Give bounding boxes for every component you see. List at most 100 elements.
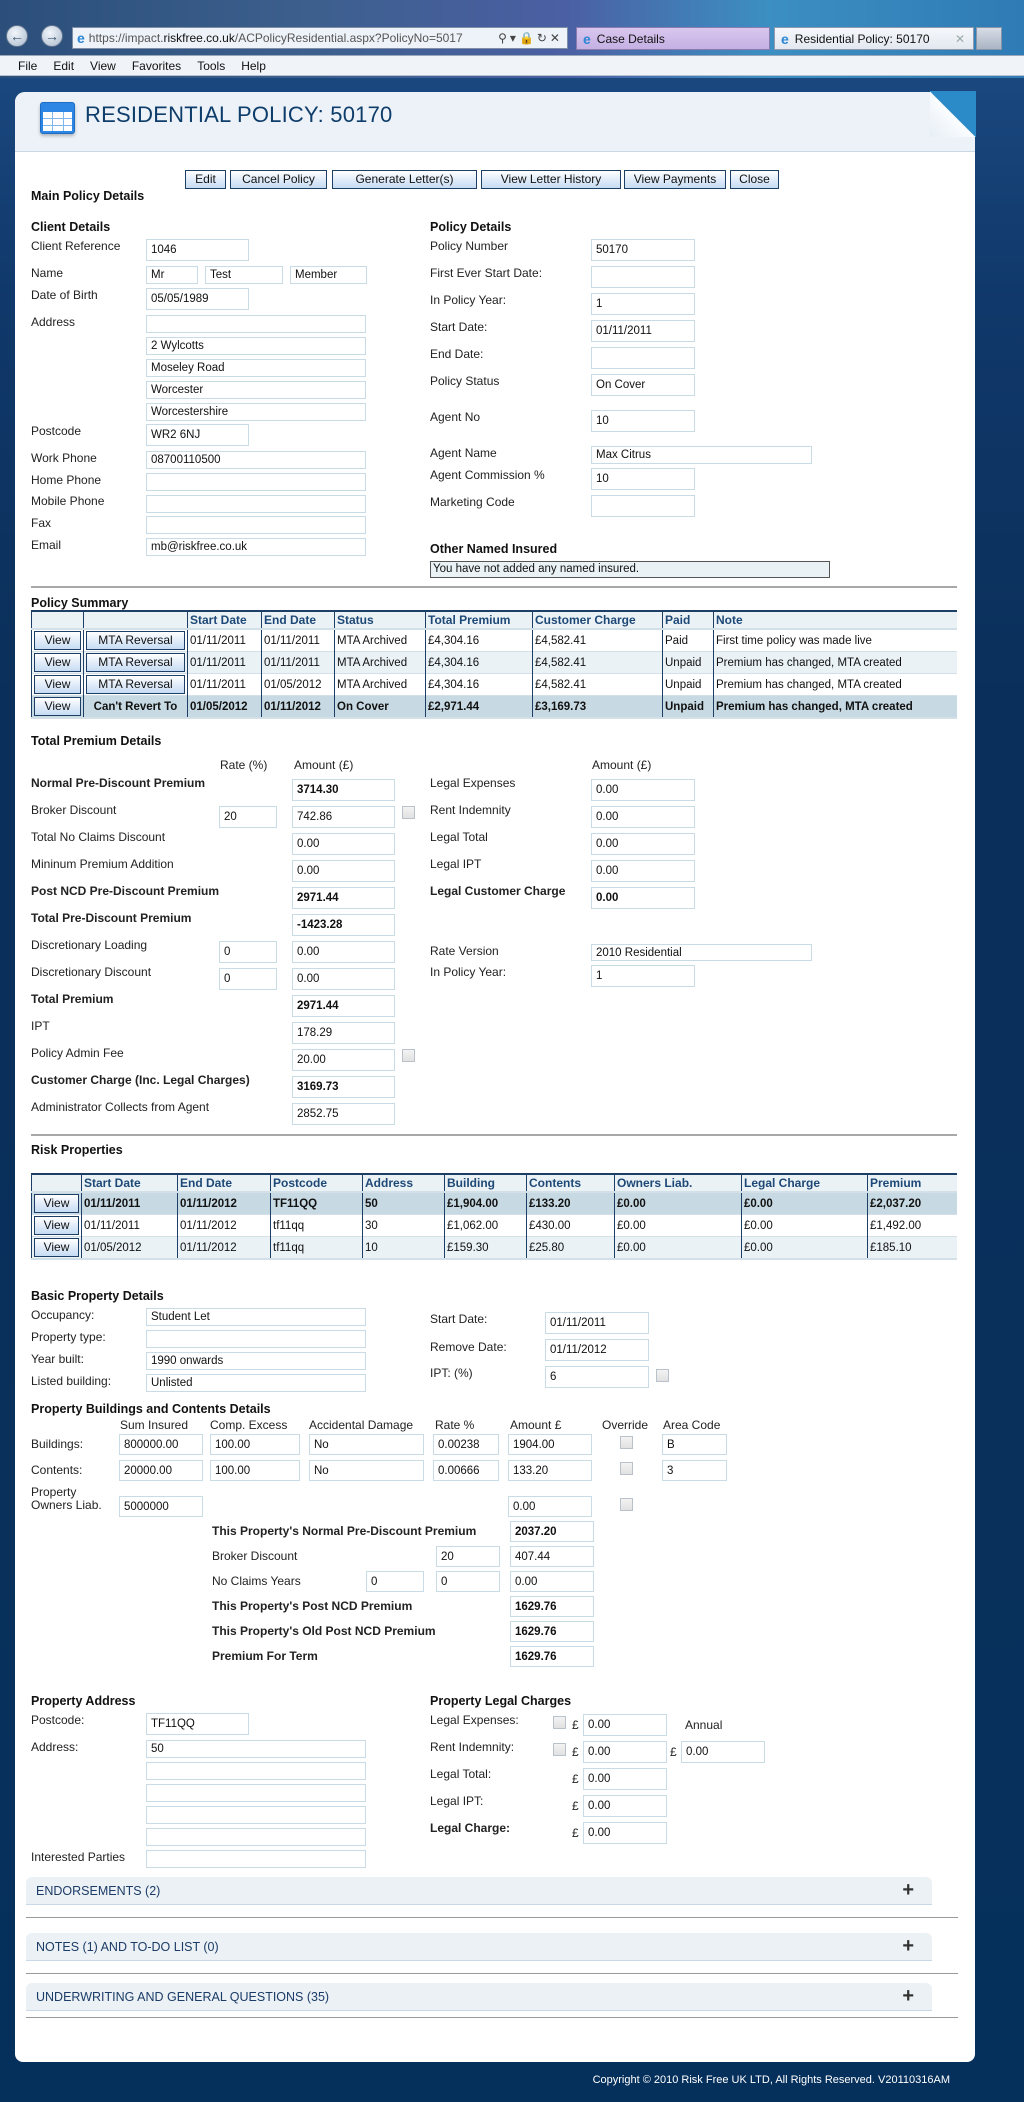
legal-total-field[interactable]: 0.00 (583, 1768, 667, 1790)
admin-fee-checkbox[interactable] (402, 1049, 415, 1062)
endorsements-accordion[interactable]: ENDORSEMENTS (2) + (26, 1877, 932, 1905)
first-name-field[interactable]: Test (205, 266, 283, 284)
address-line-3-field[interactable]: Moseley Road (146, 359, 366, 377)
premium-amount-field[interactable]: 20.00 (292, 1049, 395, 1071)
interested-parties-field[interactable] (146, 1850, 366, 1868)
premium-for-term-field[interactable]: 1629.76 (510, 1646, 594, 1667)
address-bar[interactable]: e https://impact.riskfree.co.uk/ACPolicy… (72, 27, 568, 49)
owners-sum-field[interactable]: 5000000 (119, 1496, 203, 1517)
menu-file[interactable]: File (18, 59, 37, 73)
edit-button[interactable]: Edit (185, 170, 226, 189)
premium-rate-field[interactable]: 20 (219, 806, 277, 828)
policy-status-field[interactable]: On Cover (591, 374, 695, 396)
legal-amount-field[interactable]: 0.00 (591, 860, 695, 882)
expand-plus-icon[interactable]: + (902, 1985, 914, 2008)
policy-number-field[interactable]: 50170 (591, 239, 695, 261)
view-button[interactable]: View (34, 631, 81, 650)
expand-plus-icon[interactable]: + (902, 1879, 914, 1902)
menu-favorites[interactable]: Favorites (132, 59, 181, 73)
buildings-accidental-field[interactable]: No (309, 1434, 424, 1455)
expand-plus-icon[interactable]: + (902, 1935, 914, 1958)
agent-name-field[interactable]: Max Citrus (591, 446, 812, 464)
legal-amount-field[interactable]: 0.00 (591, 779, 695, 801)
client-reference-field[interactable]: 1046 (146, 239, 249, 261)
legal-expenses-checkbox[interactable] (553, 1716, 566, 1729)
back-button[interactable]: ← (6, 25, 28, 47)
property-broker-field[interactable]: 407.44 (510, 1546, 594, 1567)
premium-amount-field[interactable]: 178.29 (292, 1022, 395, 1044)
rent-indemnity-checkbox[interactable] (553, 1743, 566, 1756)
contents-amount-field[interactable]: 133.20 (508, 1460, 592, 1481)
contents-override-checkbox[interactable] (620, 1462, 633, 1475)
dob-field[interactable]: 05/05/1989 (146, 288, 249, 310)
premium-amount-field[interactable]: 2971.44 (292, 887, 395, 909)
contents-rate-field[interactable]: 0.00666 (433, 1460, 499, 1481)
no-claims-amount-field[interactable]: 0.00 (510, 1571, 594, 1592)
no-claims-years-field[interactable]: 0 (366, 1571, 424, 1592)
view-payments-button[interactable]: View Payments (624, 170, 726, 189)
normal-premium-field[interactable]: 2037.20 (510, 1521, 594, 1542)
buildings-sum-field[interactable]: 800000.00 (119, 1434, 203, 1455)
view-button[interactable]: View (34, 675, 81, 694)
mta-reversal-button[interactable]: MTA Reversal (86, 631, 185, 650)
rate-version-field[interactable]: 2010 Residential (591, 944, 812, 961)
mta-reversal-button[interactable]: MTA Reversal (86, 675, 185, 694)
legal-expenses-field[interactable]: 0.00 (583, 1714, 667, 1736)
underwriting-accordion[interactable]: UNDERWRITING AND GENERAL QUESTIONS (35) … (26, 1983, 932, 2011)
end-date-field[interactable] (591, 347, 695, 369)
agent-no-field[interactable]: 10 (591, 410, 695, 432)
contents-accidental-field[interactable]: No (309, 1460, 424, 1481)
premium-amount-field[interactable]: 2852.75 (292, 1103, 395, 1125)
buildings-excess-field[interactable]: 100.00 (210, 1434, 300, 1455)
legal-amount-field[interactable]: 0.00 (591, 887, 695, 909)
premium-amount-field[interactable]: 0.00 (292, 968, 395, 990)
address-line-2-field[interactable]: 2 Wylcotts (146, 337, 366, 355)
post-ncd-field[interactable]: 1629.76 (510, 1596, 594, 1617)
legal-charge-field[interactable]: 0.00 (583, 1822, 667, 1844)
view-button[interactable]: View (34, 1194, 79, 1213)
owners-amount-field[interactable]: 0.00 (508, 1496, 592, 1517)
property-postcode-field[interactable]: TF11QQ (146, 1713, 249, 1735)
close-button[interactable]: Close (730, 170, 779, 189)
agent-commission-field[interactable]: 10 (591, 468, 695, 490)
premium-in-policy-year-field[interactable]: 1 (591, 965, 695, 987)
premium-amount-field[interactable]: 3714.30 (292, 779, 395, 801)
contents-area-field[interactable]: 3 (662, 1460, 727, 1481)
new-tab-button[interactable] (976, 27, 1002, 50)
property-address-line-1[interactable]: 50 (146, 1740, 366, 1758)
listed-building-field[interactable]: Unlisted (146, 1374, 366, 1392)
menu-tools[interactable]: Tools (197, 59, 225, 73)
contents-sum-field[interactable]: 20000.00 (119, 1460, 203, 1481)
close-tab-icon[interactable]: ✕ (955, 32, 965, 46)
premium-rate-field[interactable]: 0 (219, 968, 277, 990)
start-date-field[interactable]: 01/11/2011 (591, 320, 695, 342)
ipt-field[interactable]: 6 (545, 1366, 649, 1388)
last-name-field[interactable]: Member (290, 266, 367, 284)
property-address-line-2[interactable] (146, 1762, 366, 1780)
premium-amount-field[interactable]: 3169.73 (292, 1076, 395, 1098)
generate-letters-button[interactable]: Generate Letter(s) (332, 170, 477, 189)
home-phone-field[interactable] (146, 473, 366, 491)
premium-amount-field[interactable]: 742.86 (292, 806, 395, 828)
mta-reversal-button[interactable]: MTA Reversal (86, 653, 185, 672)
legal-amount-field[interactable]: 0.00 (591, 833, 695, 855)
broker-discount-checkbox[interactable] (402, 806, 415, 819)
view-button[interactable]: View (34, 653, 81, 672)
buildings-amount-field[interactable]: 1904.00 (508, 1434, 592, 1455)
marketing-code-field[interactable] (591, 495, 695, 517)
buildings-area-field[interactable]: B (662, 1434, 727, 1455)
view-button[interactable]: View (34, 1216, 79, 1235)
property-type-field[interactable] (146, 1330, 366, 1348)
cancel-policy-button[interactable]: Cancel Policy (230, 170, 327, 189)
old-post-ncd-field[interactable]: 1629.76 (510, 1621, 594, 1642)
in-policy-year-field[interactable]: 1 (591, 293, 695, 315)
menu-help[interactable]: Help (241, 59, 266, 73)
ipt-checkbox[interactable] (656, 1369, 669, 1382)
work-phone-field[interactable]: 08700110500 (146, 451, 366, 469)
owners-override-checkbox[interactable] (620, 1498, 633, 1511)
view-letter-history-button[interactable]: View Letter History (481, 170, 621, 189)
property-address-line-5[interactable] (146, 1828, 366, 1846)
no-claims-rate-field[interactable]: 0 (436, 1571, 500, 1592)
email-field[interactable]: mb@riskfree.co.uk (146, 538, 366, 556)
postcode-field[interactable]: WR2 6NJ (146, 424, 249, 446)
